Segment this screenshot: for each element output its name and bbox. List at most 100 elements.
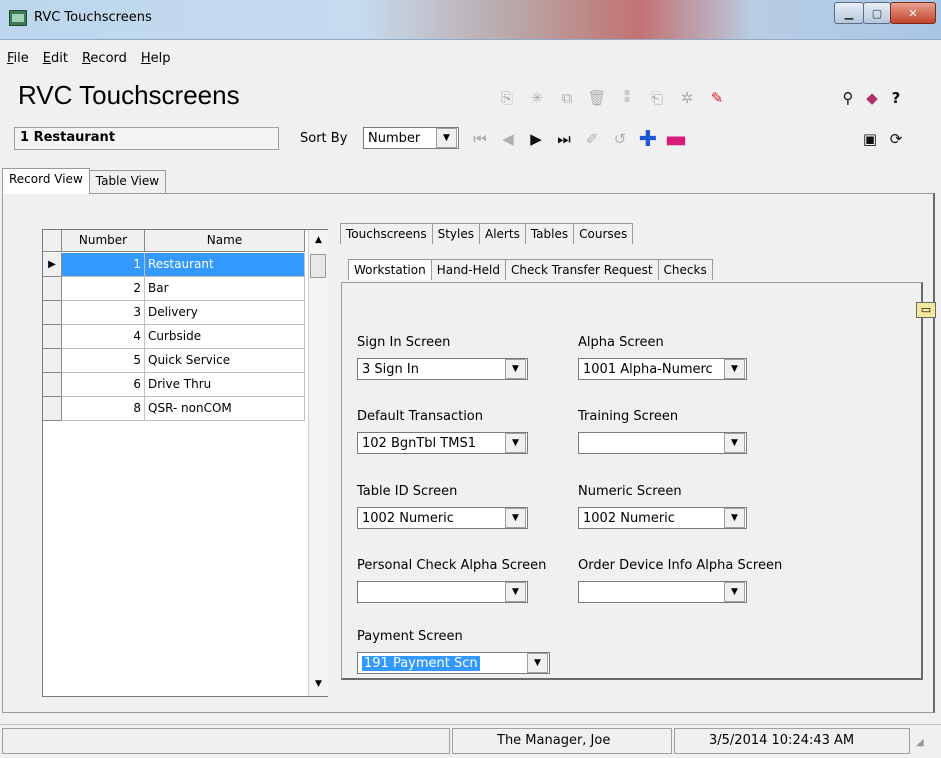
chevron-down-icon[interactable]: ▼: [505, 508, 526, 528]
edit-pencil-icon[interactable]: ✐: [582, 129, 602, 149]
chevron-down-icon[interactable]: ▼: [527, 653, 548, 673]
tab-checks[interactable]: Checks: [657, 259, 713, 280]
row-selector[interactable]: [43, 277, 62, 301]
column-header-number[interactable]: Number: [62, 230, 145, 251]
row-selector[interactable]: [43, 373, 62, 397]
app-icon: [9, 10, 27, 26]
alpha-screen-label: Alpha Screen: [578, 335, 664, 350]
status-panel-message: [2, 728, 450, 754]
default-transaction-value: 102 BgnTbl TMS1: [362, 435, 476, 451]
highlight-icon[interactable]: ✎: [707, 88, 727, 108]
row-selector[interactable]: [43, 325, 62, 349]
tab-touchscreens[interactable]: Touchscreens: [340, 223, 433, 244]
tab-tables[interactable]: Tables: [524, 223, 575, 244]
sign-in-screen-select[interactable]: 3 Sign In ▼: [357, 358, 528, 380]
row-name: Bar: [145, 277, 305, 301]
order-device-info-select[interactable]: ▼: [578, 581, 747, 603]
close-button[interactable]: ✕: [890, 2, 936, 24]
chevron-down-icon[interactable]: ▼: [724, 582, 745, 602]
insert-icon[interactable]: ⁑: [617, 88, 637, 108]
menu-bar: File Edit Record Help: [0, 51, 941, 71]
page-title: RVC Touchscreens: [18, 80, 240, 110]
row-selector[interactable]: [43, 397, 62, 421]
row-selector[interactable]: [43, 301, 62, 325]
payment-screen-label: Payment Screen: [357, 629, 463, 644]
tab-hand-held[interactable]: Hand-Held: [430, 259, 506, 280]
chevron-down-icon[interactable]: ▼: [724, 508, 745, 528]
numeric-screen-select[interactable]: 1002 Numeric ▼: [578, 507, 747, 529]
records-grid[interactable]: Number Name ▶ 1 Restaurant 2 Bar 3 Deliv…: [42, 229, 328, 697]
eraser-icon[interactable]: ◆: [862, 88, 882, 108]
tab-record-view[interactable]: Record View: [2, 168, 90, 194]
first-record-icon[interactable]: ⏮: [470, 129, 490, 149]
remove-record-icon[interactable]: ▬: [665, 125, 688, 153]
scroll-thumb[interactable]: [310, 254, 326, 278]
row-name: Curbside: [145, 325, 305, 349]
payment-screen-select[interactable]: 191 Payment Scn ▼: [357, 652, 550, 674]
table-row[interactable]: 4 Curbside: [43, 325, 305, 349]
tab-styles[interactable]: Styles: [431, 223, 480, 244]
scroll-down-icon[interactable]: ▼: [309, 674, 328, 694]
minimize-button[interactable]: ▁: [834, 2, 864, 24]
tab-check-transfer-request[interactable]: Check Transfer Request: [504, 259, 659, 280]
menu-help[interactable]: Help: [134, 51, 178, 71]
resize-grip-icon[interactable]: ◢: [916, 737, 932, 753]
row-number: 6: [62, 373, 145, 397]
chevron-down-icon[interactable]: ▼: [724, 433, 745, 453]
last-record-icon[interactable]: ⏭: [554, 129, 574, 149]
tab-courses[interactable]: Courses: [573, 223, 634, 244]
table-row[interactable]: 6 Drive Thru: [43, 373, 305, 397]
delete-icon[interactable]: 🗑: [587, 88, 607, 108]
chevron-down-icon[interactable]: ▼: [505, 359, 526, 379]
new-record-icon[interactable]: ✳: [527, 88, 547, 108]
menu-edit[interactable]: Edit: [36, 51, 75, 71]
chevron-down-icon[interactable]: ▼: [505, 433, 526, 453]
row-name: QSR- nonCOM: [145, 397, 305, 421]
menu-record[interactable]: Record: [75, 51, 134, 71]
refresh-icon[interactable]: ⟳: [886, 129, 906, 149]
next-record-icon[interactable]: ▶: [526, 129, 546, 149]
tab-alerts[interactable]: Alerts: [479, 223, 526, 244]
copy-record-icon[interactable]: ⎘: [497, 88, 517, 108]
alpha-screen-select[interactable]: 1001 Alpha-Numerc ▼: [578, 358, 747, 380]
chevron-down-icon[interactable]: ▼: [505, 582, 526, 602]
menu-file[interactable]: File: [0, 51, 36, 71]
training-screen-select[interactable]: ▼: [578, 432, 747, 454]
row-number: 3: [62, 301, 145, 325]
table-row[interactable]: ▶ 1 Restaurant: [43, 253, 305, 277]
maximize-button[interactable]: ▢: [863, 2, 891, 24]
title-bar[interactable]: RVC Touchscreens ▁ ▢ ✕: [0, 0, 941, 40]
monitor-icon[interactable]: ▣: [860, 129, 880, 149]
scroll-up-icon[interactable]: ▲: [309, 230, 328, 250]
tab-table-view[interactable]: Table View: [88, 170, 167, 194]
table-id-screen-select[interactable]: 1002 Numeric ▼: [357, 507, 528, 529]
status-datetime: 3/5/2014 10:24:43 AM: [674, 728, 910, 754]
previous-record-icon[interactable]: ◀: [498, 129, 518, 149]
column-header-name[interactable]: Name: [145, 230, 305, 251]
workstation-panel: ▭ Sign In Screen 3 Sign In ▼ Alpha Scree…: [341, 282, 936, 680]
add-record-icon[interactable]: ✚: [638, 127, 658, 152]
table-row[interactable]: 5 Quick Service: [43, 349, 305, 373]
personal-check-alpha-select[interactable]: ▼: [357, 581, 528, 603]
chevron-down-icon[interactable]: ▼: [436, 128, 457, 148]
table-row[interactable]: 3 Delivery: [43, 301, 305, 325]
wizard-icon[interactable]: ✲: [677, 88, 697, 108]
default-transaction-select[interactable]: 102 BgnTbl TMS1 ▼: [357, 432, 528, 454]
find-icon[interactable]: ⚲: [838, 88, 858, 108]
undo-icon[interactable]: ↺: [610, 129, 630, 149]
table-row[interactable]: 8 QSR- nonCOM: [43, 397, 305, 421]
grid-scrollbar[interactable]: ▲ ▼: [308, 230, 328, 696]
folder-icon[interactable]: ▭: [916, 302, 936, 318]
paste-icon[interactable]: ⎗: [647, 88, 667, 108]
row-name: Quick Service: [145, 349, 305, 373]
help-pointer-icon[interactable]: ?: [886, 88, 906, 108]
table-row[interactable]: 2 Bar: [43, 277, 305, 301]
row-selector[interactable]: [43, 349, 62, 373]
sort-by-select[interactable]: Number ▼: [363, 127, 459, 149]
tab-workstation[interactable]: Workstation: [348, 259, 432, 280]
utility-toolbar: ⚲ ◆ ?: [838, 88, 906, 108]
row-pointer-icon: ▶: [43, 253, 62, 277]
grid-header: Number Name: [43, 230, 305, 252]
chevron-down-icon[interactable]: ▼: [724, 359, 745, 379]
copy-icon[interactable]: ⧉: [557, 88, 577, 108]
